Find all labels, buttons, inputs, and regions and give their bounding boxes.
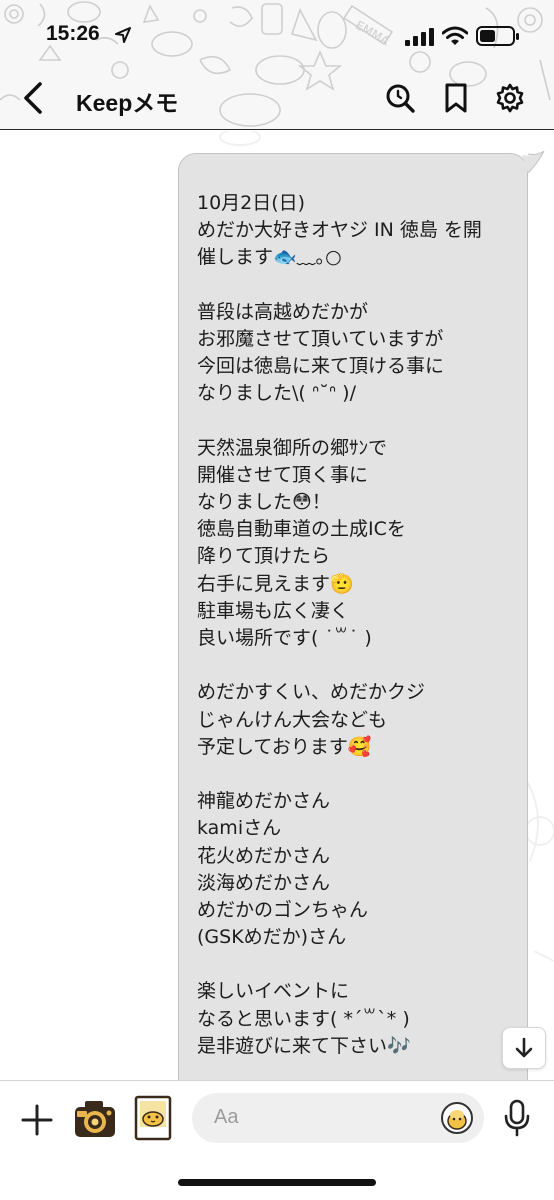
location-arrow-icon: [115, 27, 131, 43]
message-input[interactable]: Aa: [192, 1093, 484, 1143]
camera-icon[interactable]: [72, 1097, 118, 1141]
photo-icon[interactable]: [134, 1095, 172, 1141]
memo-message-bubble[interactable]: 10月2日(日) めだか大好きオヤジ IN 徳島 を開 催します🐟﹏｡○ 普段は高越め…: [178, 153, 528, 1080]
message-line: 淡海めだかさん: [197, 871, 331, 894]
page-title: Keepメモ: [76, 90, 179, 116]
message-line: (GSKめだか)さん: [197, 926, 347, 949]
app-header: EMMA 15:26 Keepメモ: [0, 0, 554, 130]
plus-icon[interactable]: [20, 1103, 54, 1137]
message-line: 徳島自動車道の土成ICを: [197, 518, 406, 541]
message-line: 楽しいイベントに: [197, 980, 350, 1003]
svg-text:EMMA: EMMA: [353, 18, 392, 49]
message-line: 普段は高越めだかが: [197, 300, 369, 323]
message-text: 10月2日(日) めだか大好きオヤジ IN 徳島 を開 催します🐟﹏｡○ 普段は高越め…: [197, 190, 509, 1060]
message-line: お邪魔させて頂いていますが: [197, 327, 444, 350]
gear-icon[interactable]: [494, 82, 526, 114]
message-line: 神龍めだかさん: [197, 790, 331, 813]
message-line: 右手に見えます🫡: [197, 572, 354, 595]
home-indicator: [178, 1179, 376, 1186]
message-line: 今回は徳島に来て頂ける事に: [197, 355, 445, 378]
message-line: めだか大好きオヤジ IN 徳島 を開: [197, 219, 482, 242]
message-input-bar: Aa: [0, 1080, 554, 1200]
message-line: なりました\( ᐢ˘ᐢ )/: [197, 382, 356, 405]
signal-icon: [405, 28, 434, 46]
message-line: 良い場所です( ˙꒳˙ ): [197, 627, 372, 649]
message-line: kamiさん: [197, 817, 282, 840]
message-line: なると思います( *´꒳`* ): [197, 1007, 410, 1030]
sticker-icon[interactable]: [440, 1101, 474, 1135]
message-line: 降りて頂けたら: [197, 545, 331, 568]
message-line: 催します🐟﹏｡○: [197, 246, 342, 269]
message-line: 駐車場も広く凄く: [197, 599, 350, 622]
bookmark-icon[interactable]: [442, 82, 470, 114]
message-line: 予定しております🥰: [197, 735, 372, 758]
message-line: 花火めだかさん: [197, 844, 331, 867]
message-input-placeholder: Aa: [214, 1106, 239, 1128]
microphone-icon[interactable]: [502, 1099, 532, 1137]
status-time: 15:26: [46, 22, 100, 45]
wifi-icon: [442, 26, 468, 45]
arrow-down-icon: [515, 1037, 533, 1058]
message-line: めだかのゴンちゃん: [197, 898, 369, 921]
chat-area[interactable]: 10月2日(日) めだか大好きオヤジ IN 徳島 を開 催します🐟﹏｡○ 普段は高越め…: [0, 131, 554, 1080]
message-line: めだかすくい、めだかクジ: [197, 681, 426, 704]
message-line: なりました😳！: [197, 491, 331, 514]
message-line: 開催させて頂く事に: [197, 463, 369, 486]
back-button[interactable]: [18, 80, 50, 116]
scroll-to-bottom-button[interactable]: [502, 1027, 546, 1069]
bubble-tail: [522, 151, 545, 174]
message-line: 是非遊びに来て下さい🎶: [197, 1034, 411, 1057]
message-line: じゃんけん大会なども: [197, 708, 388, 731]
battery-icon: [476, 26, 519, 46]
message-line: 天然温泉御所の郷ｻﾝで: [197, 436, 388, 459]
search-icon[interactable]: [384, 82, 416, 114]
message-line: 10月2日(日): [197, 192, 306, 214]
